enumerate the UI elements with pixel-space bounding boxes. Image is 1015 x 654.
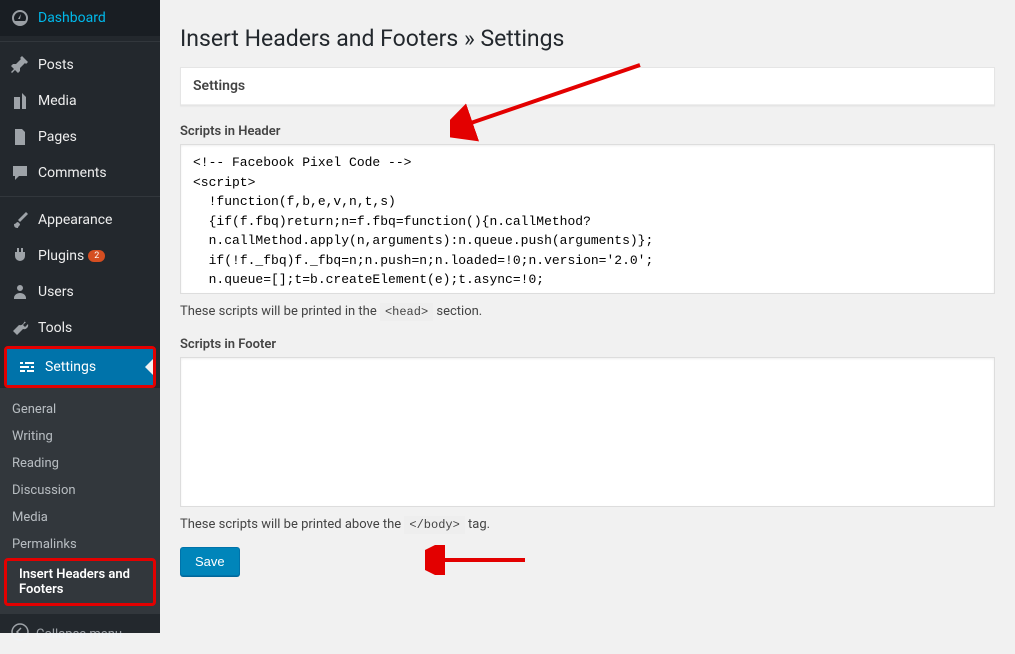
page-title: Insert Headers and Footers » Settings (180, 25, 995, 52)
head-tag-code: <head> (380, 303, 433, 321)
settings-panel: Settings (180, 67, 995, 106)
update-badge: 2 (88, 250, 105, 262)
collapse-icon (10, 622, 30, 646)
footer-scripts-label: Scripts in Footer (180, 337, 995, 352)
sidebar-item-media[interactable]: Media (0, 83, 160, 119)
sidebar-item-appearance[interactable]: Appearance (0, 202, 160, 238)
submenu-discussion[interactable]: Discussion (0, 477, 160, 504)
sidebar-label: Media (38, 93, 77, 109)
users-icon (10, 282, 30, 302)
tools-icon (10, 318, 30, 338)
sidebar-label: Users (38, 284, 74, 300)
brush-icon (10, 210, 30, 230)
submenu-general[interactable]: General (0, 396, 160, 423)
media-icon (10, 91, 30, 111)
save-button[interactable]: Save (180, 547, 240, 576)
body-tag-code: </body> (404, 516, 464, 534)
panel-header: Settings (181, 68, 994, 105)
submenu-insert-headers-footers[interactable]: Insert Headers and Footers (7, 561, 153, 603)
highlight-box-settings: Settings (4, 346, 156, 388)
comments-icon (10, 163, 30, 183)
sidebar-label: Tools (38, 320, 72, 336)
sidebar-item-pages[interactable]: Pages (0, 119, 160, 155)
header-scripts-label: Scripts in Header (180, 124, 995, 139)
arrow-annotation-save (425, 545, 535, 575)
submenu-writing[interactable]: Writing (0, 423, 160, 450)
sidebar-item-comments[interactable]: Comments (0, 155, 160, 191)
pin-icon (10, 55, 30, 75)
sidebar-item-tools[interactable]: Tools (0, 310, 160, 346)
footer-scripts-textarea[interactable] (180, 357, 995, 507)
pages-icon (10, 127, 30, 147)
sidebar-item-dashboard[interactable]: Dashboard (0, 0, 160, 36)
main-content: Insert Headers and Footers » Settings Se… (160, 0, 1015, 633)
collapse-label: Collapse menu (36, 627, 122, 642)
sidebar-label: Posts (38, 57, 74, 73)
sidebar-item-users[interactable]: Users (0, 274, 160, 310)
sidebar-label: Plugins (38, 248, 84, 264)
sidebar-separator (0, 196, 160, 197)
admin-sidebar: Dashboard Posts Media Pages Comments App… (0, 0, 160, 633)
sidebar-item-settings[interactable]: Settings (7, 349, 153, 385)
sliders-icon (17, 357, 37, 377)
highlight-box-ihaf: Insert Headers and Footers (4, 558, 156, 606)
header-scripts-textarea[interactable] (180, 144, 995, 294)
sidebar-label: Pages (38, 129, 77, 145)
collapse-menu[interactable]: Collapse menu (0, 614, 160, 654)
sidebar-label: Appearance (38, 212, 112, 228)
plugin-icon (10, 246, 30, 266)
sidebar-item-plugins[interactable]: Plugins 2 (0, 238, 160, 274)
sidebar-item-posts[interactable]: Posts (0, 47, 160, 83)
submenu-media[interactable]: Media (0, 504, 160, 531)
submenu-permalinks[interactable]: Permalinks (0, 531, 160, 558)
sidebar-label: Dashboard (38, 10, 106, 26)
header-hint: These scripts will be printed in the <he… (180, 304, 995, 319)
settings-submenu: General Writing Reading Discussion Media… (0, 388, 160, 614)
submenu-reading[interactable]: Reading (0, 450, 160, 477)
dashboard-icon (10, 8, 30, 28)
sidebar-separator (0, 41, 160, 42)
sidebar-label: Settings (45, 359, 96, 375)
footer-hint: These scripts will be printed above the … (180, 517, 995, 532)
sidebar-label: Comments (38, 165, 107, 181)
